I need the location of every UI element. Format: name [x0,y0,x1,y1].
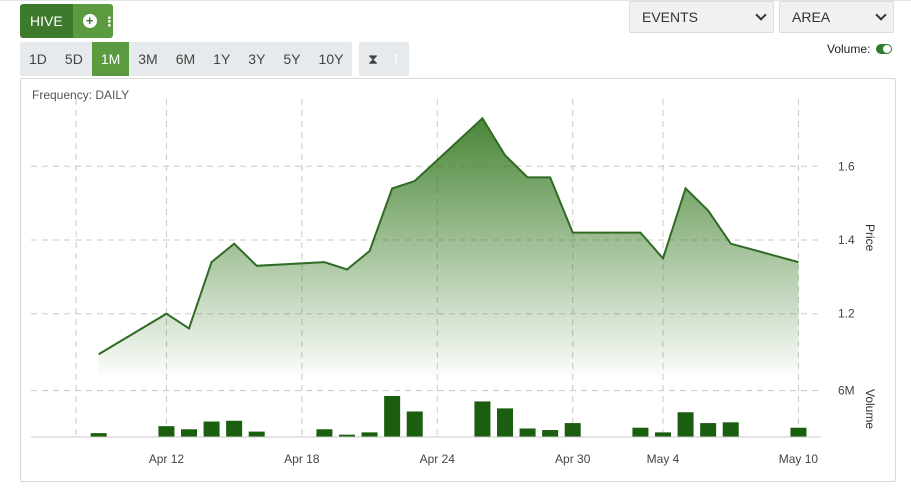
volume-bar-20 [722,422,739,437]
range-button-5d[interactable]: 5D [56,42,92,76]
volume-bar-4 [226,420,243,437]
symbol-ticker-button[interactable]: HIVE [20,4,73,38]
volume-bar-0 [90,433,107,437]
volume-bar-19 [700,423,717,437]
volume-bar-14 [542,430,559,437]
x-tick-label: Apr 30 [555,452,591,466]
chart-panel: Frequency: DAILY Apr 12 Apr 18 Apr 24 Apr 3… [20,78,896,482]
y-tick-label-price: 1.2 [838,307,855,321]
chart-type-dropdown[interactable]: AREA [779,1,894,33]
chart-tools: ⧗ ⋮ [359,42,409,76]
symbol-chip[interactable]: HIVE + ⋮ [20,4,113,38]
range-button-1y[interactable]: 1Y [204,42,239,76]
volume-bar-16 [632,427,649,437]
events-dropdown[interactable]: EVENTS [629,1,774,33]
volume-bar-11 [474,401,491,437]
volume-bar-2 [181,429,197,437]
x-tick-label: Apr 12 [149,452,185,466]
volume-bar-17 [655,432,671,437]
volume-bar-21 [790,427,807,437]
volume-toggle-label: Volume: [827,42,871,56]
volume-bar-8 [361,432,378,437]
vertical-dots-icon[interactable]: ⋮ [387,52,405,66]
x-tick-label: May 10 [779,452,819,466]
x-tick-label: May 4 [647,452,680,466]
volume-bar-6 [316,429,333,437]
top-border [0,0,911,1]
y-tick-label-price: 1.4 [838,233,855,247]
chevron-down-icon [755,9,767,21]
y-tick-label-price: 1.6 [838,159,855,173]
range-button-3m[interactable]: 3M [129,42,166,76]
toggle-on-icon[interactable] [876,44,893,54]
volume-bar-1 [158,426,175,437]
range-button-10y[interactable]: 10Y [310,42,353,76]
vertical-dots-icon[interactable]: ⋮ [103,15,113,28]
volume-toggle[interactable]: Volume: [827,42,893,56]
range-button-6m[interactable]: 6M [167,42,204,76]
time-range-selector: 1D 5D 1M 3M 6M 1Y 3Y 5Y 10Y [20,42,352,76]
price-volume-chart[interactable]: Apr 12 Apr 18 Apr 24 Apr 30 May 4 May 10 1.2 1.… [21,79,897,483]
events-dropdown-label: EVENTS [642,9,699,25]
volume-bar-18 [677,412,694,437]
y-tick-label-volume: 6M [838,384,855,398]
volume-bar-5 [248,431,265,437]
volume-bar-15 [564,423,581,437]
chevron-down-icon [875,9,887,21]
price-axis-title: Price [863,224,877,252]
volume-bar-9 [384,396,401,437]
volume-bar-10 [406,411,423,437]
volume-bar-3 [203,421,220,437]
volume-bar-12 [497,408,513,437]
volume-bar-13 [519,428,536,437]
volume-axis-title: Volume [863,389,877,429]
symbol-actions[interactable]: + ⋮ [72,4,113,38]
range-button-3y[interactable]: 3Y [239,42,274,76]
plus-circle-icon[interactable]: + [82,14,97,28]
range-button-1m[interactable]: 1M [91,42,130,76]
price-area-fill [98,118,799,375]
range-button-5y[interactable]: 5Y [274,42,309,76]
x-tick-label: Apr 24 [420,452,456,466]
hourglass-icon[interactable]: ⧗ [359,51,387,68]
range-button-1d[interactable]: 1D [20,42,56,76]
chart-type-dropdown-label: AREA [792,9,831,25]
x-tick-label: Apr 18 [284,452,320,466]
